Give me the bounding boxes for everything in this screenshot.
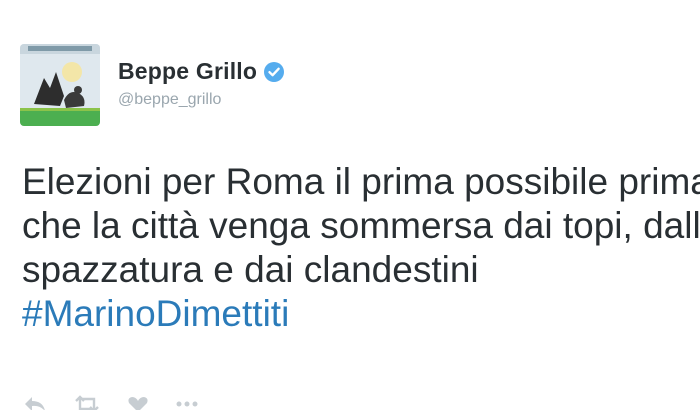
tweet-header: Beppe Grillo @beppe_grillo	[20, 44, 285, 126]
retweet-icon	[75, 395, 99, 410]
user-handle[interactable]: @beppe_grillo	[118, 91, 285, 109]
avatar-image	[20, 44, 100, 126]
tweet-text-line: che la città venga sommersa dai topi, da…	[22, 205, 700, 246]
hashtag-link[interactable]: #MarinoDimettiti	[22, 292, 700, 336]
tweet-card: Beppe Grillo @beppe_grillo Elezioni per …	[0, 0, 700, 410]
more-icon	[176, 401, 198, 407]
avatar[interactable]	[20, 44, 100, 126]
verified-badge-icon	[263, 61, 285, 83]
name-row[interactable]: Beppe Grillo	[118, 58, 285, 85]
like-icon	[128, 397, 148, 410]
reply-icon	[25, 397, 45, 410]
tweet-text: Elezioni per Roma il prima possibile pri…	[22, 160, 700, 336]
user-block: Beppe Grillo @beppe_grillo	[118, 58, 285, 109]
tweet-text-line: Elezioni per Roma il prima possibile pri…	[22, 161, 700, 202]
reply-button[interactable]	[22, 395, 48, 410]
tweet-text-line: spazzatura e dai clandestini	[22, 249, 479, 290]
more-button[interactable]	[174, 395, 200, 410]
tweet-action-bar	[22, 394, 700, 410]
like-button[interactable]	[126, 395, 150, 410]
display-name[interactable]: Beppe Grillo	[118, 58, 257, 85]
retweet-button[interactable]	[72, 395, 102, 410]
